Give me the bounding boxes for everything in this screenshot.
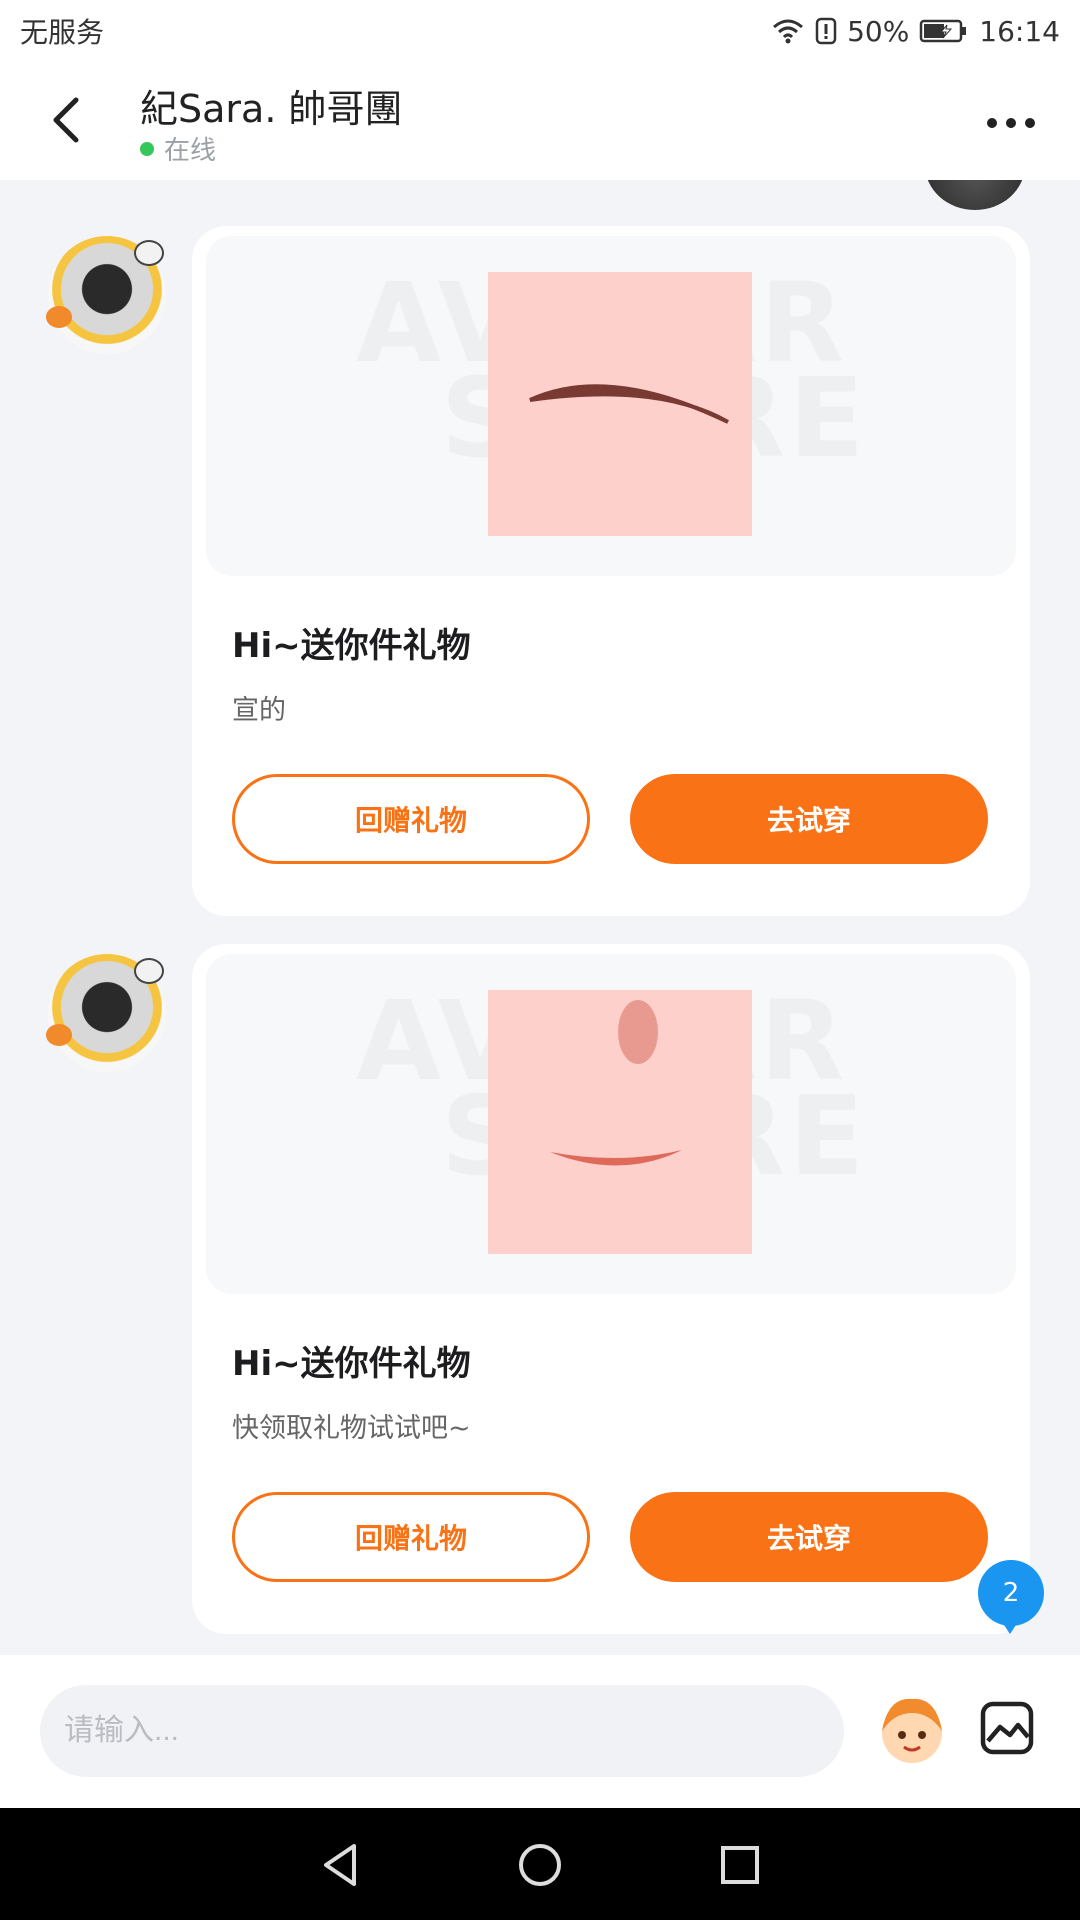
image-icon[interactable]	[980, 1701, 1034, 1755]
wifi-icon	[773, 19, 804, 44]
input-bar	[0, 1655, 1080, 1808]
gift-description: 宣的	[232, 695, 286, 726]
return-gift-button[interactable]: 回赠礼物	[232, 1492, 590, 1582]
online-status-label: 在线	[164, 136, 217, 166]
status-bar: 无服务 50% 16:14	[0, 0, 1080, 62]
emoji-icon[interactable]	[874, 1691, 950, 1767]
try-on-button[interactable]: 去试穿	[630, 1492, 988, 1582]
alert-icon	[815, 17, 837, 45]
avatar[interactable]	[925, 180, 1025, 210]
badge-tail	[998, 1616, 1022, 1634]
battery-charging-icon	[920, 19, 967, 43]
try-on-button[interactable]: 去试穿	[630, 774, 988, 864]
clock: 16:14	[979, 14, 1060, 48]
gift-title: Hi~送你件礼物	[232, 626, 471, 666]
message-input[interactable]	[40, 1685, 844, 1777]
mouth-preview-image	[488, 990, 752, 1254]
carrot-decoration-icon	[46, 1024, 72, 1046]
message-list[interactable]: AVATAR STORE Hi~送你件礼物 宣的 回赠礼物 去试穿 AVATAR…	[0, 180, 1080, 1655]
carrier-label: 无服务	[20, 16, 105, 49]
chat-title: 紀Sara. 帥哥團	[140, 87, 403, 131]
system-nav-bar	[0, 1808, 1080, 1920]
more-horizontal-icon[interactable]	[986, 114, 1036, 132]
gift-preview[interactable]: AVATAR STORE	[206, 954, 1016, 1294]
online-dot-icon	[140, 141, 154, 156]
gift-card: AVATAR STORE Hi~送你件礼物 快领取礼物试试吧~ 回赠礼物 去试穿	[192, 944, 1030, 1634]
nav-home-icon[interactable]	[515, 1840, 565, 1890]
gift-card: AVATAR STORE Hi~送你件礼物 宣的 回赠礼物 去试穿	[192, 226, 1030, 916]
cat-decoration-icon	[134, 240, 164, 266]
nav-recents-icon[interactable]	[715, 1840, 765, 1890]
avatar[interactable]	[46, 236, 166, 354]
online-status: 在线	[140, 130, 216, 167]
gift-title: Hi~送你件礼物	[232, 1344, 471, 1384]
status-icons: 50% 16:14	[771, 15, 1060, 48]
chat-header: 紀Sara. 帥哥團 在线	[0, 62, 1080, 180]
carrot-decoration-icon	[46, 306, 72, 328]
gift-description: 快领取礼物试试吧~	[232, 1413, 471, 1444]
nav-back-icon[interactable]	[316, 1840, 366, 1890]
eyebrow-preview-image	[488, 272, 752, 536]
battery-percent: 50%	[847, 14, 910, 48]
chevron-left-icon[interactable]	[44, 92, 88, 148]
avatar[interactable]	[46, 954, 166, 1072]
cat-decoration-icon	[134, 958, 164, 984]
gift-preview[interactable]: AVATAR STORE	[206, 236, 1016, 576]
return-gift-button[interactable]: 回赠礼物	[232, 774, 590, 864]
